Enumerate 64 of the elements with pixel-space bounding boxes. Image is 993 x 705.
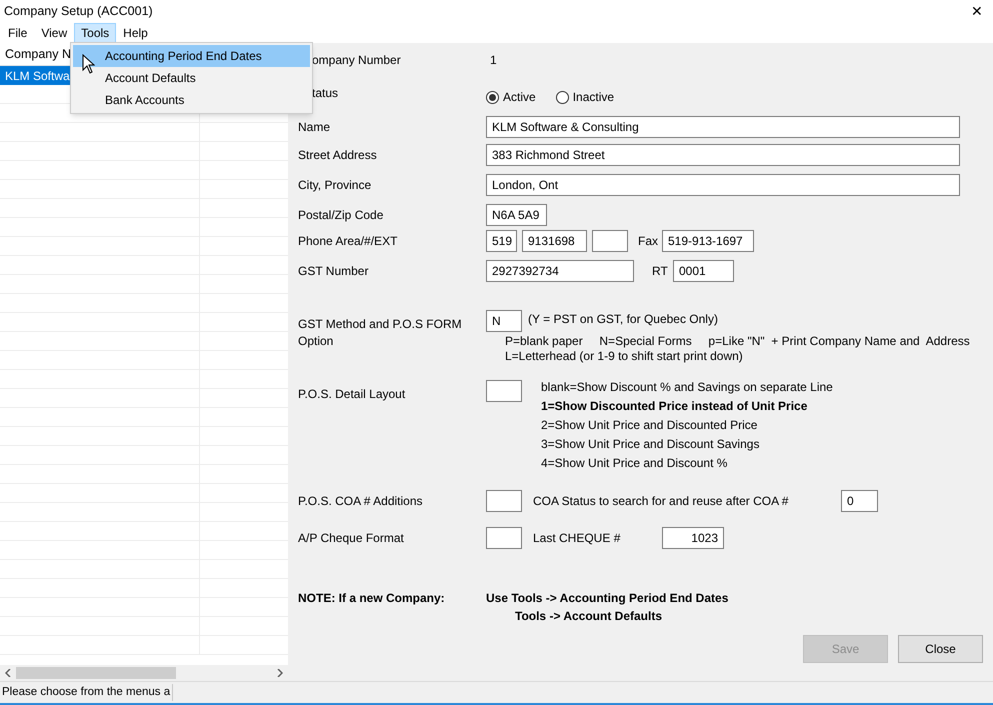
- company-number: 1: [489, 52, 497, 69]
- field-label: A/P Cheque Format: [298, 530, 405, 547]
- menu-item[interactable]: Accounting Period End Dates: [73, 45, 310, 67]
- menu-item[interactable]: Account Defaults: [73, 67, 310, 89]
- dialog-button[interactable]: Close: [898, 635, 983, 663]
- input-field[interactable]: 2927392734: [486, 260, 634, 282]
- input-field[interactable]: [486, 490, 522, 512]
- field-label: Postal/Zip Code: [298, 207, 384, 224]
- field-label: ompany Number: [311, 52, 402, 69]
- window-title: Company Setup (ACC001): [4, 2, 153, 20]
- field-label: Fax: [638, 233, 660, 250]
- scroll-right-icon[interactable]: [277, 669, 283, 677]
- radio-label: Active: [503, 89, 536, 106]
- input-field[interactable]: 383 Richmond Street: [486, 144, 960, 166]
- note-text: Tools -> Account Defaults: [515, 608, 664, 625]
- scroll-thumb[interactable]: [16, 667, 176, 679]
- input-field[interactable]: 0001: [673, 260, 734, 282]
- close-button[interactable]: ✕: [971, 0, 983, 22]
- field-label: Street Address: [298, 147, 378, 164]
- input-field[interactable]: [592, 230, 628, 252]
- field-label: Last CHEQUE #: [533, 530, 622, 547]
- input-field[interactable]: 1023: [662, 527, 724, 549]
- input-field[interactable]: N: [486, 310, 522, 332]
- input-field[interactable]: London, Ont: [486, 174, 960, 196]
- status-text: Please choose from the menus a: [0, 684, 174, 702]
- help-text: P=blank paper N=Special Forms p=Like "N" + Print Company Name and Address: [505, 334, 970, 349]
- note-text: Use Tools -> Accounting Period End Dates: [486, 590, 728, 607]
- option-text: blank=Show Discount % and Savings on separate Line: [541, 379, 833, 396]
- menu-item[interactable]: Help: [116, 22, 155, 42]
- note-label: NOTE: If a new Company:: [298, 590, 446, 607]
- field-label: City, Province: [298, 177, 372, 194]
- input-field[interactable]: 519-913-1697: [662, 230, 754, 252]
- note-text: (Y = PST on GST, for Quebec Only): [528, 311, 718, 328]
- input-field[interactable]: 519: [486, 230, 517, 252]
- input-field[interactable]: 9131698: [522, 230, 587, 252]
- cursor-icon: [82, 54, 95, 74]
- menu-item[interactable]: View: [34, 22, 74, 42]
- input-field[interactable]: N6A 5A9: [486, 204, 547, 226]
- option-text: 1=Show Discounted Price instead of Unit Price: [541, 398, 808, 415]
- menu-item[interactable]: Tools: [74, 22, 116, 42]
- radio-button[interactable]: [556, 90, 569, 104]
- option-text: 4=Show Unit Price and Discount %: [541, 455, 728, 472]
- field-label: P.O.S. Detail Layout: [298, 386, 406, 403]
- help-text: L=Letterhead (or 1-9 to shift start print down): [505, 349, 744, 364]
- input-field[interactable]: 0: [841, 490, 878, 512]
- field-label: Phone Area/#/EXT: [298, 233, 398, 250]
- list-row[interactable]: KLM Softwa: [0, 66, 70, 85]
- field-label: GST Number: [298, 263, 370, 280]
- input-field[interactable]: KLM Software & Consulting: [486, 116, 960, 138]
- field-label: P.O.S. COA # Additions: [298, 493, 424, 510]
- field-label: Name: [298, 119, 332, 136]
- field-label: RT: [652, 263, 669, 280]
- menu-item[interactable]: Bank Accounts: [73, 89, 310, 111]
- field-label: GST Method and P.O.S FORM Option: [298, 316, 463, 350]
- input-field[interactable]: [486, 527, 522, 549]
- radio-label: Inactive: [572, 89, 614, 106]
- field-label: COA Status to search for and reuse after COA #: [533, 493, 790, 510]
- menu-item[interactable]: File: [1, 22, 34, 42]
- scroll-left-icon[interactable]: [5, 669, 11, 677]
- field-label: tatus: [311, 85, 340, 102]
- option-text: 3=Show Unit Price and Discount Savings: [541, 436, 760, 453]
- option-text: 2=Show Unit Price and Discounted Price: [541, 417, 758, 434]
- radio-button[interactable]: [486, 90, 499, 104]
- input-field[interactable]: [486, 380, 522, 402]
